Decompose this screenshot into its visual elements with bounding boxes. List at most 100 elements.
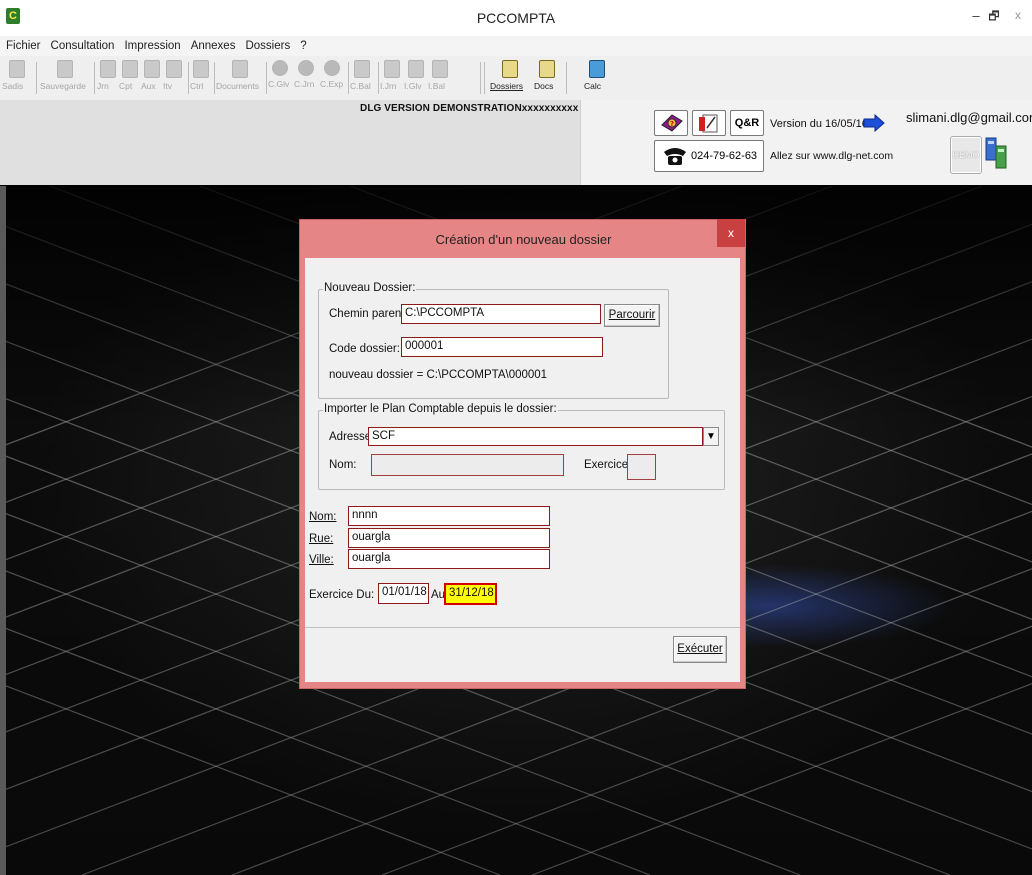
import-name-field <box>371 454 564 476</box>
maximize-button[interactable]: 🗗 <box>986 7 1002 25</box>
dialog-title: Création d'un nouveau dossier <box>435 232 612 247</box>
consult-icon <box>272 60 288 76</box>
address-dropdown-icon[interactable]: ▼ <box>703 427 719 446</box>
toolbar-jrn-button[interactable]: Jrn <box>97 58 119 98</box>
toolbar: Sadis Sauvegarde Jrn Cpt Aux Itv Ctrl Do… <box>0 56 1032 101</box>
city-label: Ville: <box>309 554 334 566</box>
menu-fichier[interactable]: Fichier <box>0 36 45 56</box>
demo-version-banner: DLG VERSION DEMONSTRATIONxxxxxxxxxx <box>360 103 579 114</box>
toolbar-cpt-button[interactable]: Cpt <box>119 58 141 98</box>
minimize-button[interactable]: – <box>968 7 984 25</box>
execute-button-label: Exécuter <box>677 643 723 655</box>
account-icon <box>122 60 138 78</box>
print-icon <box>408 60 424 78</box>
toolbar-sauvegarde-button[interactable]: Sauvegarde <box>40 58 90 98</box>
email-address: slimani.dlg@gmail.com <box>906 110 1032 125</box>
toolbar-documents-button[interactable]: Documents <box>216 58 264 98</box>
network-computers-icon[interactable] <box>984 136 1008 172</box>
help-book-icon: ? <box>661 114 683 132</box>
phone-icon <box>664 148 686 165</box>
journal-icon <box>100 60 116 78</box>
dialog-close-button[interactable]: x <box>717 219 745 247</box>
browse-button[interactable]: Parcourir <box>604 304 660 327</box>
phone-button[interactable]: 024-79-62-63 <box>654 140 764 172</box>
toolbar-dossiers-button[interactable]: Dossiers <box>490 58 530 98</box>
folder-icon <box>232 60 248 78</box>
toolbar-separator <box>484 62 485 94</box>
balance-icon <box>354 60 370 78</box>
edit-icon <box>9 60 25 78</box>
menu-impression[interactable]: Impression <box>118 36 184 56</box>
toolbar-cexp-button[interactable]: C.Exp <box>320 58 344 98</box>
parent-path-input[interactable]: C:\PCCOMPTA <box>401 304 601 324</box>
toolbar-cglv-button[interactable]: C.Glv <box>268 58 292 98</box>
menu-help[interactable]: ? <box>294 36 310 56</box>
menu-consultation[interactable]: Consultation <box>45 36 119 56</box>
toolbar-cbal-button[interactable]: C.Bal <box>350 58 374 98</box>
arrow-right-icon[interactable] <box>863 114 885 132</box>
save-icon <box>57 60 73 78</box>
version-label: Version du 16/05/16 <box>770 118 868 130</box>
balance-print-icon <box>432 60 448 78</box>
folder-code-label: Code dossier: <box>329 343 400 355</box>
consult-icon <box>324 60 340 76</box>
name-input[interactable]: nnnn <box>348 506 550 526</box>
toolbar-separator <box>94 62 95 94</box>
exercise-to-input[interactable]: 31/12/18 <box>444 583 497 605</box>
toolbar-iglv-button[interactable]: I.Glv <box>404 58 428 98</box>
calculator-icon <box>589 60 605 78</box>
street-input[interactable]: ouargla <box>348 528 550 548</box>
toolbar-separator <box>36 62 37 94</box>
check-icon <box>193 60 209 78</box>
close-window-button[interactable]: x <box>1004 4 1032 26</box>
menu-annexes[interactable]: Annexes <box>185 36 240 56</box>
toolbar-separator <box>480 62 481 94</box>
toolbar-separator <box>266 62 267 94</box>
toolbar-aux-button[interactable]: Aux <box>141 58 163 98</box>
folder-code-input[interactable]: 000001 <box>401 337 603 357</box>
auxiliary-icon <box>144 60 160 78</box>
toolbar-itv-button[interactable]: Itv <box>163 58 185 98</box>
name-label: Nom: <box>309 511 337 523</box>
window-title: PCCOMPTA <box>476 10 556 26</box>
new-folder-group-title: Nouveau Dossier: <box>323 282 417 294</box>
import-name-label: Nom: <box>329 459 357 471</box>
toolbar-sadis-button[interactable]: Sadis <box>2 58 32 98</box>
toolbar-calc-button[interactable]: Calc <box>584 58 610 98</box>
execute-button[interactable]: Exécuter <box>673 636 727 663</box>
import-exercise-label: Exercice: <box>584 459 632 471</box>
browse-button-label: Parcourir <box>608 309 656 321</box>
document-pen-icon <box>699 114 718 133</box>
demo-badge-label: DEMO <box>952 150 980 160</box>
docs-icon <box>539 60 555 78</box>
import-plan-group-title: Importer le Plan Comptable depuis le dos… <box>323 403 558 415</box>
toolbar-cjrn-button[interactable]: C.Jrn <box>294 58 318 98</box>
document-button[interactable] <box>692 110 726 136</box>
toolbar-separator <box>214 62 215 94</box>
phone-number: 024-79-62-63 <box>691 150 758 162</box>
workspace-left-edge <box>0 186 6 875</box>
toolbar-ctrl-button[interactable]: Ctrl <box>190 58 212 98</box>
website-link[interactable]: Allez sur www.dlg-net.com <box>770 150 893 162</box>
toolbar-ibal-button[interactable]: I.Bal <box>428 58 452 98</box>
toolbar-separator <box>348 62 349 94</box>
svg-text:?: ? <box>670 120 674 128</box>
print-icon <box>384 60 400 78</box>
menu-bar: Fichier Consultation Impression Annexes … <box>0 36 1032 56</box>
toolbar-separator <box>566 62 567 94</box>
help-book-button[interactable]: ? <box>654 110 688 136</box>
open-folder-icon <box>502 60 518 78</box>
city-input[interactable]: ouargla <box>348 549 550 569</box>
exercise-from-label: Exercice Du: <box>309 589 375 601</box>
address-combo[interactable]: SCF <box>368 427 703 446</box>
list-icon <box>166 60 182 78</box>
toolbar-ijrn-button[interactable]: I.Jrn <box>380 58 404 98</box>
toolbar-docs-button[interactable]: Docs <box>534 58 560 98</box>
qa-button[interactable]: Q&R <box>730 110 764 136</box>
toolbar-separator <box>378 62 379 94</box>
menu-dossiers[interactable]: Dossiers <box>239 36 294 56</box>
exercise-from-input[interactable]: 01/01/18 <box>378 583 429 604</box>
demo-badge: DEMO <box>950 136 982 174</box>
street-label: Rue: <box>309 533 334 545</box>
import-exercise-field <box>627 454 656 480</box>
